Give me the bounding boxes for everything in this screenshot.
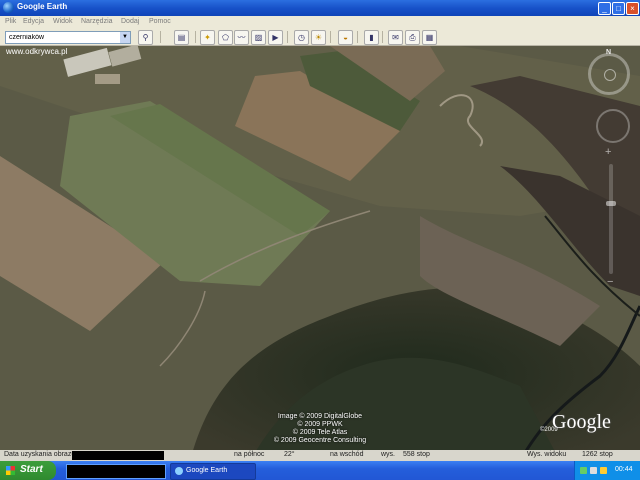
search-icon[interactable]: ⚲: [138, 30, 153, 45]
path-icon[interactable]: 〰: [234, 30, 249, 45]
taskbar-redacted-item[interactable]: [66, 464, 166, 479]
toolbar: ▼ ⚲ ▤ ✦ ⬠ 〰 ▨ ▶ ◷ ☀ ◒ ▮ ✉ ⎙ ▦: [0, 29, 640, 46]
satellite-imagery: [0, 46, 640, 461]
toolbar-separator: [287, 31, 288, 43]
taskbar-google-earth[interactable]: Google Earth: [170, 463, 256, 480]
menu-file[interactable]: Plik: [5, 18, 16, 25]
google-logo: Google: [552, 411, 611, 433]
move-joystick-icon[interactable]: [596, 109, 630, 143]
menu-help[interactable]: Pomoc: [149, 18, 171, 25]
menu-tools[interactable]: Narzędzia: [81, 18, 113, 25]
start-label: Start: [20, 464, 43, 475]
toolbar-separator: [160, 31, 161, 43]
tray-icon[interactable]: [580, 467, 587, 474]
maps-icon[interactable]: ▦: [422, 30, 437, 45]
menu-view[interactable]: Widok: [53, 18, 72, 25]
imagery-credits: Image © 2009 DigitalGlobe © 2009 PPWK © …: [255, 413, 385, 445]
zoom-slider[interactable]: [609, 164, 613, 274]
sunlight-icon[interactable]: ☀: [311, 30, 326, 45]
polygon-icon[interactable]: ⬠: [218, 30, 233, 45]
search-box: ▼: [5, 31, 131, 44]
email-icon[interactable]: ✉: [388, 30, 403, 45]
credit-line: © 2009 PPWK: [297, 421, 343, 428]
zoom-out-icon[interactable]: −: [607, 276, 613, 288]
toolbar-separator: [382, 31, 383, 43]
windows-logo-icon: [6, 466, 15, 475]
minimize-button[interactable]: _: [598, 2, 611, 15]
map-view[interactable]: www.odkrywca.pl Image © 2009 DigitalGlob…: [0, 46, 640, 461]
status-elev-value: 558 stop: [403, 451, 430, 458]
tray-icon[interactable]: [600, 467, 607, 474]
toolbar-separator: [330, 31, 331, 43]
status-lon-label: na wschód: [330, 451, 364, 458]
tray-icon[interactable]: [590, 467, 597, 474]
clock: 00:44: [615, 466, 633, 473]
zoom-slider-thumb[interactable]: [606, 201, 616, 206]
redacted-block: [72, 451, 164, 460]
north-indicator[interactable]: N: [606, 49, 611, 56]
start-button[interactable]: Start: [0, 461, 56, 480]
taskbar-item-label: Google Earth: [186, 467, 228, 474]
ruler-icon[interactable]: ▮: [364, 30, 379, 45]
historical-imagery-icon[interactable]: ◷: [294, 30, 309, 45]
menu-add[interactable]: Dodaj: [121, 18, 139, 25]
credit-line: Image © 2009 DigitalGlobe: [277, 413, 363, 420]
status-bar: Data uzyskania obrazu na północ 22° na w…: [0, 450, 640, 461]
image-overlay-icon[interactable]: ▨: [251, 30, 266, 45]
search-input[interactable]: [7, 32, 121, 43]
maximize-button[interactable]: □: [612, 2, 625, 15]
menu-bar: Plik Edycja Widok Narzędzia Dodaj Pomoc: [0, 16, 640, 29]
status-lat-label: na północ: [234, 451, 265, 458]
status-date-label: Data uzyskania obrazu: [4, 451, 76, 458]
title-bar: Google Earth _ □ ×: [0, 0, 640, 16]
toolbar-separator: [357, 31, 358, 43]
toolbar-separator: [195, 31, 196, 43]
status-elev-label: wys.: [381, 451, 395, 458]
zoom-in-icon[interactable]: +: [605, 146, 611, 158]
menu-edit[interactable]: Edycja: [23, 18, 44, 25]
search-dropdown-icon[interactable]: ▼: [120, 32, 130, 43]
google-earth-icon: [175, 467, 183, 475]
sidebar-icon[interactable]: ▤: [174, 30, 189, 45]
placemark-icon[interactable]: ✦: [200, 30, 215, 45]
close-button[interactable]: ×: [626, 2, 639, 15]
status-view-label: Wys. widoku: [527, 451, 567, 458]
credit-line: © 2009 Geocentre Consulting: [273, 437, 367, 444]
sky-icon[interactable]: ◒: [338, 30, 353, 45]
system-tray: 00:44: [574, 461, 640, 480]
watermark-text: www.odkrywca.pl: [6, 47, 68, 56]
taskbar: Start Google Earth 00:44: [0, 461, 640, 480]
credit-line: © 2009 Tele Atlas: [292, 429, 348, 436]
google-earth-icon: [3, 2, 14, 13]
tour-icon[interactable]: ▶: [268, 30, 283, 45]
status-view-value: 1262 stop: [582, 451, 613, 458]
status-lat-value: 22°: [284, 451, 295, 458]
window-title: Google Earth: [17, 2, 68, 11]
look-joystick-icon[interactable]: [604, 69, 616, 81]
print-icon[interactable]: ⎙: [405, 30, 420, 45]
